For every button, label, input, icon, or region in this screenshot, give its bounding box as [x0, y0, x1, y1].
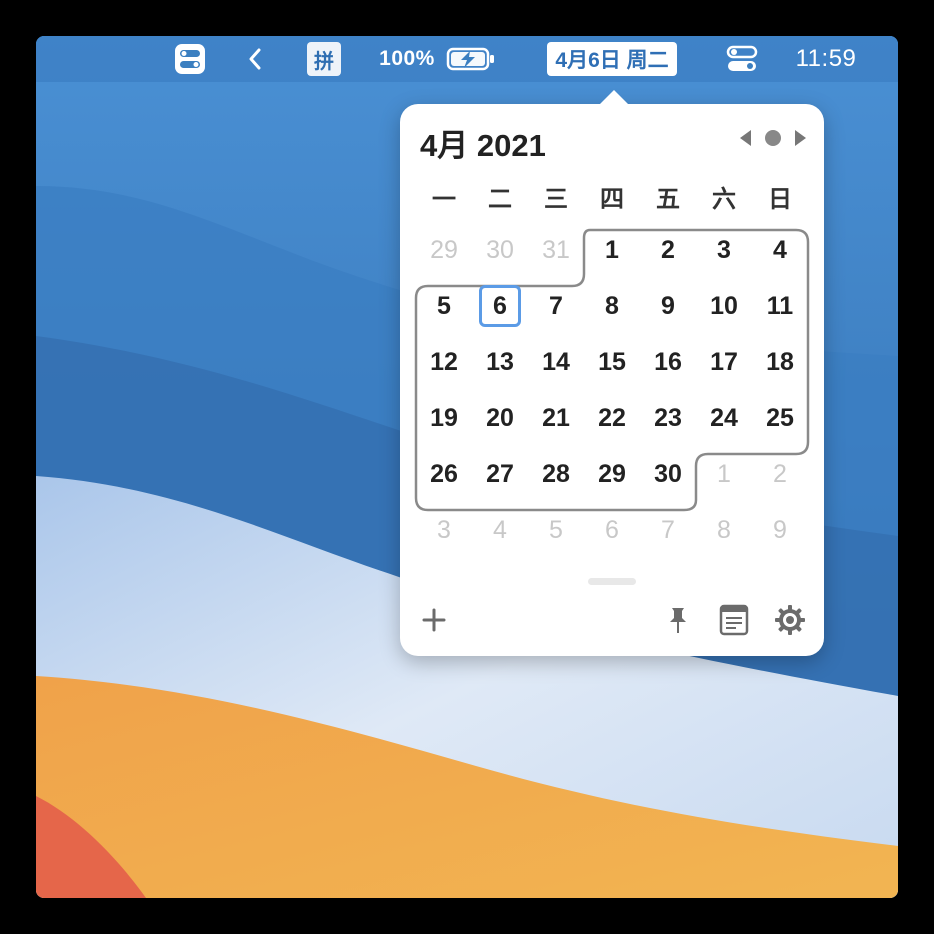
day-cell[interactable]: 2: [752, 446, 808, 502]
month-title: 4月 2021: [420, 128, 546, 163]
date-menu-button[interactable]: 4月6日 周二: [536, 36, 688, 82]
input-method-button[interactable]: 拼: [304, 36, 344, 82]
day-cell[interactable]: 20: [472, 390, 528, 446]
weekday-sat: 六: [712, 185, 736, 213]
weekday-wed: 三: [544, 185, 568, 213]
weekday-header: 一 二 三 四 五 六 日: [416, 178, 808, 214]
day-cell[interactable]: 29: [584, 446, 640, 502]
weekday-mon: 一: [432, 185, 456, 213]
day-cell[interactable]: 1: [696, 446, 752, 502]
day-cell[interactable]: 29: [416, 222, 472, 278]
previous-month-icon[interactable]: [740, 130, 751, 146]
day-cell[interactable]: 5: [528, 502, 584, 558]
weekday-sun: 日: [768, 185, 792, 213]
today-dot-icon[interactable]: [765, 130, 781, 146]
day-cell[interactable]: 1: [584, 222, 640, 278]
day-cell[interactable]: 31: [528, 222, 584, 278]
day-cell[interactable]: 17: [696, 334, 752, 390]
battery-charging-icon[interactable]: [444, 36, 498, 82]
next-month-icon[interactable]: [795, 130, 806, 146]
toggle-icon[interactable]: [722, 36, 762, 82]
day-cell[interactable]: 27: [472, 446, 528, 502]
day-cell[interactable]: 3: [416, 502, 472, 558]
day-cell[interactable]: 7: [640, 502, 696, 558]
day-cell[interactable]: 30: [472, 222, 528, 278]
day-cell[interactable]: 11: [752, 278, 808, 334]
plus-icon[interactable]: [414, 600, 454, 640]
day-cell[interactable]: 23: [640, 390, 696, 446]
input-method-label: 拼: [307, 42, 341, 76]
day-cell[interactable]: 9: [752, 502, 808, 558]
day-cell[interactable]: 16: [640, 334, 696, 390]
weekday-thu: 四: [600, 185, 624, 213]
battery-percent: 100%: [379, 47, 435, 70]
clock[interactable]: 11:59: [786, 36, 866, 82]
day-cell[interactable]: 24: [696, 390, 752, 446]
menu-bar: 拼 100% 4月6日 周二 11:59: [36, 36, 898, 82]
pin-icon[interactable]: [658, 600, 698, 640]
day-cell[interactable]: 21: [528, 390, 584, 446]
day-cell[interactable]: 15: [584, 334, 640, 390]
day-cell[interactable]: 14: [528, 334, 584, 390]
day-cell[interactable]: 26: [416, 446, 472, 502]
day-cell[interactable]: 18: [752, 334, 808, 390]
day-cell[interactable]: 13: [472, 334, 528, 390]
day-cell[interactable]: 28: [528, 446, 584, 502]
day-cell[interactable]: 4: [752, 222, 808, 278]
chevron-left-icon[interactable]: [240, 36, 270, 82]
day-grid: 29 30 31 1 2 3 4 5 6 7 8 9 10 11 12 13 14 15 16 17 18 19 20 21 2…: [416, 222, 808, 558]
day-cell[interactable]: 5: [416, 278, 472, 334]
day-cell[interactable]: 30: [640, 446, 696, 502]
day-cell[interactable]: 8: [584, 278, 640, 334]
date-label: 4月6日 周二: [547, 42, 677, 76]
desktop: 拼 100% 4月6日 周二 11:59 4月 2021 一 二 三 四 五 六…: [36, 36, 898, 898]
popover-footer: [400, 600, 824, 640]
day-cell[interactable]: 4: [472, 502, 528, 558]
gear-icon[interactable]: [770, 600, 810, 640]
day-cell[interactable]: 9: [640, 278, 696, 334]
day-cell[interactable]: 19: [416, 390, 472, 446]
popover-arrow: [598, 90, 630, 106]
weekday-tue: 二: [488, 185, 512, 213]
day-cell[interactable]: 10: [696, 278, 752, 334]
day-cell[interactable]: 7: [528, 278, 584, 334]
day-cell[interactable]: 3: [696, 222, 752, 278]
notes-icon[interactable]: [714, 600, 754, 640]
calendar-popover: 4月 2021 一 二 三 四 五 六 日 29 30 31 1 2 3 4 5 6 7 8 9 10 1…: [400, 90, 824, 656]
day-cell[interactable]: 8: [696, 502, 752, 558]
day-cell[interactable]: 2: [640, 222, 696, 278]
day-cell-today[interactable]: 6: [472, 278, 528, 334]
resize-handle[interactable]: [588, 578, 636, 585]
weekday-fri: 五: [656, 185, 680, 213]
month-navigation: [740, 130, 806, 146]
day-cell[interactable]: 25: [752, 390, 808, 446]
day-cell[interactable]: 6: [584, 502, 640, 558]
day-cell[interactable]: 12: [416, 334, 472, 390]
day-cell[interactable]: 22: [584, 390, 640, 446]
control-center-icon[interactable]: [170, 36, 210, 82]
